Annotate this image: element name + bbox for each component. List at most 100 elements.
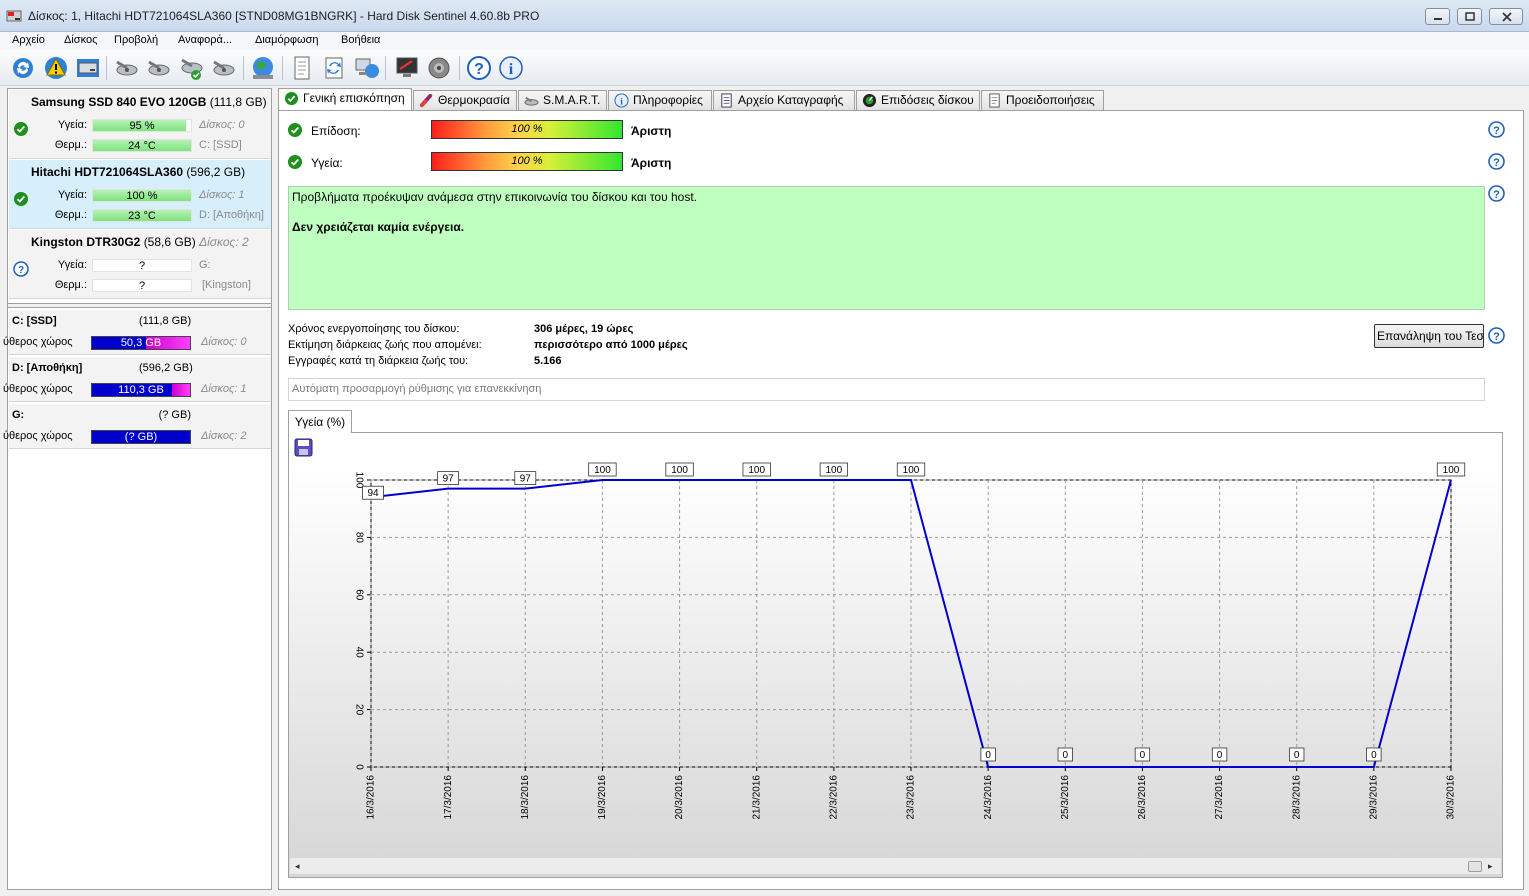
health-value: 95 %: [129, 120, 155, 132]
tab-alerts[interactable]: Προειδοποιήσεις: [981, 90, 1104, 110]
lifetime-label: Εκτίμηση διάρκειας ζωής που απομένει:: [288, 339, 482, 351]
disk-test-button[interactable]: [113, 54, 141, 82]
scroll-right-icon[interactable]: ▸: [1488, 861, 1493, 872]
health-rating: Άριστη: [631, 156, 672, 170]
svg-text:?: ?: [1493, 157, 1500, 169]
disk-report-button[interactable]: [74, 54, 102, 82]
health-label: Υγεία:: [311, 156, 343, 170]
menu-help[interactable]: Βοήθεια: [341, 34, 380, 46]
tab-label: Αρχείο Καταγραφής: [738, 93, 844, 107]
volume-item-c[interactable]: C: [SSD] (111,8 GB) ύθερος χώρος 50,3 GB…: [3, 310, 271, 355]
disk-name-row: Kingston DTR30G2 (58,6 GB) Δίσκος: 2: [31, 235, 249, 249]
disk-list-panel: Samsung SSD 840 EVO 120GB (111,8 GB) Υγε…: [3, 88, 272, 890]
menu-file[interactable]: Αρχείο: [12, 34, 45, 46]
maximize-button[interactable]: [1457, 8, 1482, 25]
tab-strip: Γενική επισκόπηση Θερμοκρασία S.M.A.R.T.…: [278, 88, 1518, 111]
tab-disk-performance[interactable]: Επιδόσεις δίσκου: [856, 90, 980, 110]
x-tick-label: 23/3/2016: [906, 775, 917, 820]
tab-label: Θερμοκρασία: [438, 93, 510, 107]
document-button[interactable]: [288, 54, 316, 82]
temp-bar: ?: [92, 279, 192, 292]
temp-label: Θερμ.:: [54, 139, 87, 151]
menu-report[interactable]: Αναφορά...: [178, 34, 232, 46]
info-button[interactable]: i: [497, 54, 525, 82]
auto-adjust-field[interactable]: Αυτόματη προσαρμογή ρύθμισης για επανεκκ…: [288, 378, 1485, 401]
exchange-button[interactable]: [320, 54, 348, 82]
performance-label: Επίδοση:: [311, 124, 361, 138]
volume-disk-number: Δίσκος: 2: [201, 430, 247, 442]
menu-configuration[interactable]: Διαμόρφωση: [255, 34, 319, 46]
volume-size: (111,8 GB): [139, 315, 192, 327]
volume-item-g[interactable]: G: (? GB) ύθερος χώρος (? GB) Δίσκος: 2: [3, 404, 271, 449]
disk-name-row: Hitachi HDT721064SLA360 (596,2 GB): [31, 165, 245, 179]
help-icon: ?: [467, 56, 491, 80]
monitor-button[interactable]: [393, 54, 421, 82]
disk-number: Δίσκος: 0: [199, 119, 245, 131]
disk-ok-button[interactable]: [178, 54, 206, 82]
check-icon: [284, 91, 299, 106]
speaker-button[interactable]: [425, 54, 453, 82]
alert-button[interactable]: [42, 54, 70, 82]
drive-letter: G:: [199, 259, 211, 271]
svg-text:i: i: [509, 61, 514, 78]
toolbar-separator: [459, 56, 460, 80]
close-button[interactable]: [1489, 8, 1523, 25]
volume-item-d[interactable]: D: [Αποθήκη] (596,2 GB) ύθερος χώρος 110…: [3, 357, 271, 402]
scroll-left-icon[interactable]: ◂: [295, 861, 300, 872]
help-button[interactable]: ?: [465, 54, 493, 82]
data-label: 100: [826, 465, 843, 476]
internet-button[interactable]: [249, 54, 277, 82]
menu-view[interactable]: Προβολή: [114, 34, 158, 46]
disk-test2-button[interactable]: [145, 54, 173, 82]
exchange-icon: [325, 57, 343, 79]
volume-size: (596,2 GB): [139, 362, 193, 374]
disk-tools-button[interactable]: [210, 54, 238, 82]
free-space-fill: [172, 384, 190, 396]
chart-horizontal-scrollbar[interactable]: ◂ ▸: [290, 857, 1501, 874]
network-button[interactable]: [353, 54, 381, 82]
status-message: Προβλήματα προέκυψαν ανάμεσα στην επικοι…: [292, 190, 697, 204]
disk-ok-icon: [181, 58, 203, 80]
help-icon[interactable]: ?: [1488, 327, 1505, 344]
free-space-label: ύθερος χώρος: [3, 383, 73, 395]
free-space-bar: 50,3 GB: [91, 336, 191, 350]
refresh-button[interactable]: [9, 54, 37, 82]
window-title: Δίσκος: 1, Hitachi HDT721064SLA360 [STND…: [28, 9, 540, 23]
data-label: 100: [903, 465, 920, 476]
disk-item-hitachi[interactable]: Hitachi HDT721064SLA360 (596,2 GB) Υγεία…: [9, 160, 271, 229]
volume-disk-number: Δίσκος: 1: [201, 383, 247, 395]
help-icon[interactable]: ?: [1488, 121, 1505, 138]
smart-icon: [524, 96, 539, 106]
temp-label: Θερμ.:: [54, 279, 87, 291]
health-label: Υγεία:: [57, 189, 87, 201]
minimize-button[interactable]: [1425, 8, 1450, 25]
health-value: 100 %: [126, 190, 158, 202]
disk-item-samsung[interactable]: Samsung SSD 840 EVO 120GB (111,8 GB) Υγε…: [9, 90, 271, 159]
overview-panel: Επίδοση: 100 % Άριστη ? Υγεία: 100 % Άρι…: [278, 110, 1524, 890]
health-bar: ?: [92, 259, 192, 272]
data-label: 0: [1063, 750, 1069, 761]
tab-smart[interactable]: S.M.A.R.T.: [518, 90, 607, 110]
app-icon: [6, 10, 22, 22]
tab-information[interactable]: i Πληροφορίες: [608, 90, 712, 110]
disk-size: (111,8 GB): [209, 95, 267, 109]
disk-item-kingston[interactable]: Kingston DTR30G2 (58,6 GB) Δίσκος: 2 ? Υ…: [9, 230, 271, 299]
tab-health-chart[interactable]: Υγεία (%): [288, 410, 352, 433]
tab-log[interactable]: Αρχείο Καταγραφής: [713, 90, 855, 110]
y-tick-label: 60: [353, 589, 364, 601]
scroll-thumb[interactable]: [1468, 861, 1482, 872]
svg-text:?: ?: [18, 265, 24, 276]
repeat-test-button[interactable]: Επανάληψη του Τεσ: [1374, 324, 1484, 348]
health-value: 100 %: [511, 155, 543, 167]
toolbar-separator: [282, 56, 283, 80]
data-label: 100: [594, 465, 611, 476]
menu-disk[interactable]: Δίσκος: [64, 34, 97, 46]
help-icon[interactable]: ?: [1488, 185, 1505, 202]
data-label: 0: [1294, 750, 1300, 761]
tab-temperature[interactable]: Θερμοκρασία: [413, 90, 517, 110]
help-icon[interactable]: ?: [1488, 153, 1505, 170]
save-icon[interactable]: [294, 438, 313, 457]
disk-number: Δίσκος: 1: [199, 189, 245, 201]
svg-text:?: ?: [1493, 331, 1500, 343]
tab-overview[interactable]: Γενική επισκόπηση: [278, 88, 412, 111]
